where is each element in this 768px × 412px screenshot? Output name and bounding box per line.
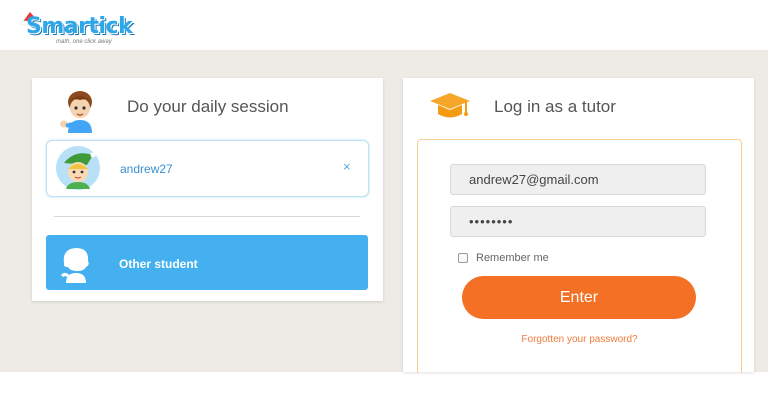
- student-username: andrew27: [120, 162, 173, 176]
- remove-student-close-icon[interactable]: ×: [343, 159, 351, 174]
- student-andrew27-row[interactable]: andrew27 ×: [46, 140, 369, 197]
- tutor-login-title: Log in as a tutor: [494, 97, 616, 116]
- daily-session-title: Do your daily session: [127, 97, 289, 116]
- remember-me-checkbox[interactable]: [458, 253, 468, 263]
- logo-wordmark: Smartick: [26, 14, 133, 39]
- elf-avatar-icon: [56, 146, 100, 190]
- remember-me[interactable]: Remember me: [458, 252, 549, 264]
- forgot-password-link[interactable]: Forgotten your password?: [418, 334, 741, 345]
- login-form: Remember me Enter Forgotten your passwor…: [417, 139, 742, 373]
- logo-tagline: math, one click away: [56, 39, 112, 45]
- other-student-label: Other student: [119, 257, 198, 271]
- tutor-login-card: Log in as a tutor Remember me Enter Forg…: [403, 78, 754, 373]
- other-student-button[interactable]: Other student: [46, 235, 368, 290]
- password-field[interactable]: [450, 206, 706, 237]
- smartick-logo[interactable]: Smartick math, one click away: [18, 10, 143, 48]
- student-silhouette-icon: [60, 248, 89, 283]
- bottom-strip: [0, 372, 768, 412]
- enter-button[interactable]: Enter: [462, 276, 696, 319]
- divider: [54, 216, 360, 217]
- header: Smartick math, one click away: [0, 0, 768, 50]
- email-field[interactable]: [450, 164, 706, 195]
- graduation-cap-icon: [430, 93, 470, 118]
- boy-avatar-icon: [60, 91, 92, 133]
- remember-me-label: Remember me: [476, 252, 549, 264]
- daily-session-card: Do your daily session andrew27 × Other s…: [32, 78, 383, 301]
